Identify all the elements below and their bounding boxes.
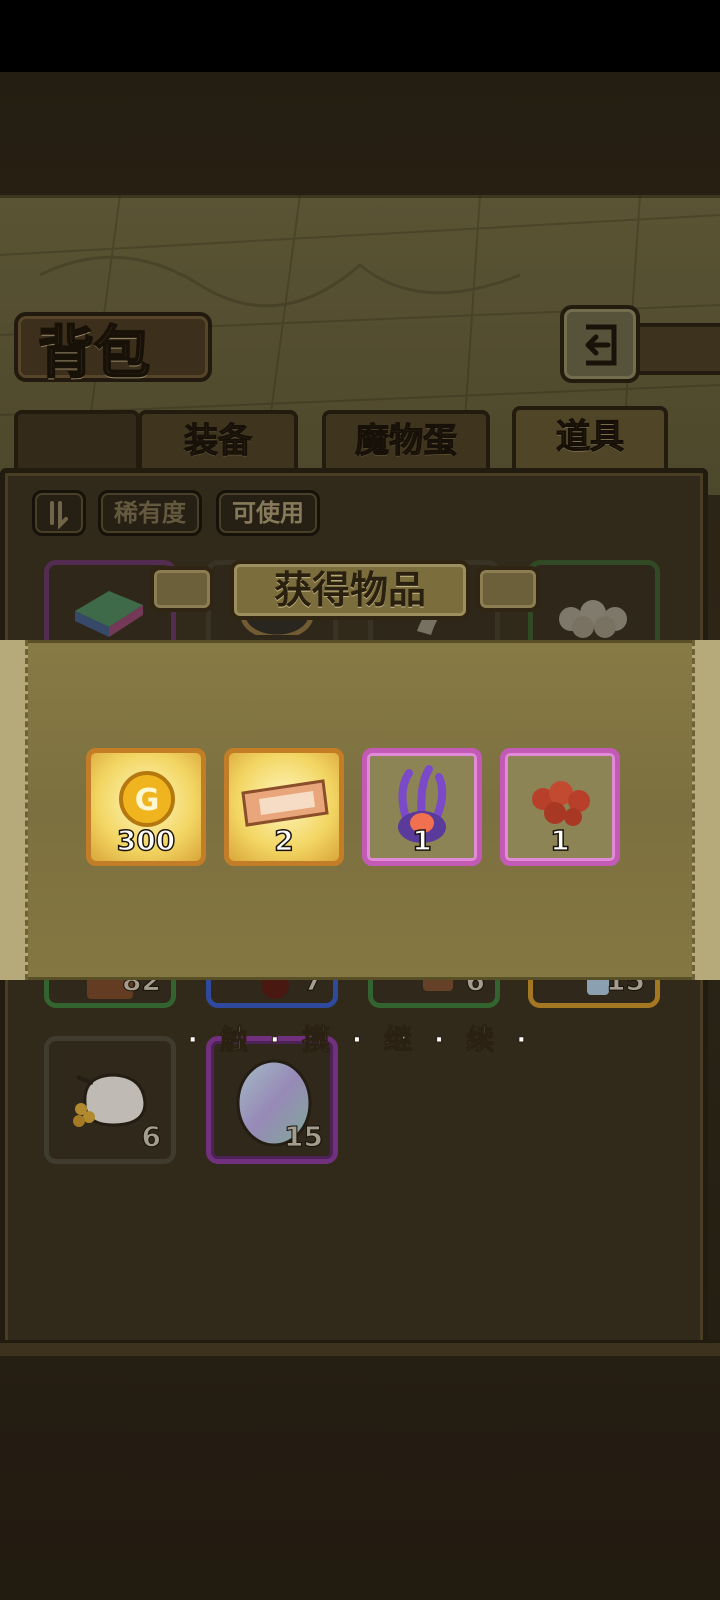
popup-title: 获得物品 [273,567,426,612]
reward-item[interactable]: G 300 [86,748,206,866]
reward-count: 2 [274,823,295,858]
reward-count: 1 [412,823,433,858]
popup-header-right-ornament [476,566,540,612]
gold-coin-icon: G [119,771,175,827]
popup-header-left-ornament [150,566,214,612]
reward-count: 300 [116,823,176,858]
popup-left-edge [0,640,28,980]
reward-item[interactable]: 1 [500,748,620,866]
reward-count: 1 [550,823,571,858]
tap-to-continue-hint[interactable]: · 触 · 摸 · 继 · 续 · [0,1018,720,1058]
reward-item[interactable]: 2 [224,748,344,866]
status-bar [0,0,720,72]
popup-right-edge [692,640,720,980]
coin-letter: G [135,783,160,818]
ticket-icon [241,779,329,827]
reward-item[interactable]: 1 [362,748,482,866]
